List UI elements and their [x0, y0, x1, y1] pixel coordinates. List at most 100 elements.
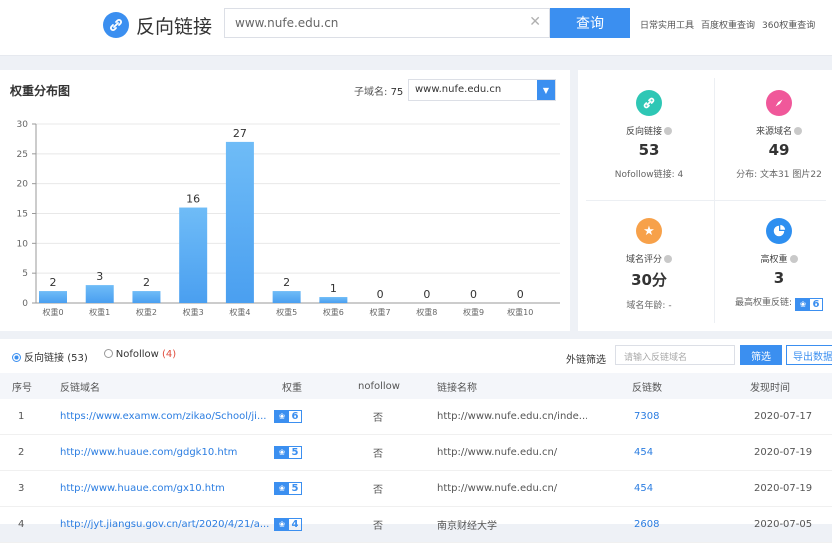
top-link-tools[interactable]: 日常实用工具 [640, 18, 694, 31]
bar [225, 141, 254, 303]
col-header: nofollow [358, 380, 400, 392]
bar-chart: 0 5 10 15 20 25 30 2 权重0 3 权重1 2 权重2 16 权重3 27 权重4 2 权重5 1 权… [17, 120, 560, 317]
backlink-domain-link[interactable]: http://www.huaue.com/gdgk10.htm [60, 435, 270, 470]
top-link-baidu[interactable]: 百度权重查询 [701, 18, 755, 31]
stat-sub: 分布: 文本31 图片22 [736, 170, 822, 180]
tab-nofollow-count: (4) [162, 349, 177, 360]
found-date-cell: 2020-07-05 [754, 519, 813, 530]
search-button[interactable]: 查询 [550, 8, 630, 38]
found-date-cell: 2020-07-19 [754, 447, 813, 458]
subdomain-count: 75 [390, 87, 404, 98]
search-input[interactable] [225, 9, 549, 37]
x-tick-label: 权重3 [183, 307, 204, 317]
weight-badge: ❀ 4 [274, 518, 302, 531]
tab-nofollow[interactable]: Nofollow (4) [103, 349, 177, 364]
stat-sub: Nofollow链接: 4 [614, 170, 684, 180]
stat-label: 来源域名 [716, 124, 832, 137]
y-tick-label: 0 [22, 299, 28, 309]
row-index: 3 [18, 483, 25, 494]
top-bar: 反向链接 ✕ 查询 日常实用工具 百度权重查询 360权重查询 [0, 0, 832, 56]
tab-nofollow-label: Nofollow [115, 349, 159, 360]
data-label: 0 [517, 288, 524, 301]
stat-label: 高权重 [716, 252, 832, 265]
backlink-count-link[interactable]: 454 [634, 435, 653, 470]
found-date-cell: 2020-07-17 [754, 411, 813, 422]
backlink-domain-link[interactable]: http://www.huaue.com/gx10.htm [60, 471, 270, 506]
x-tick-label: 权重4 [229, 307, 250, 317]
row-index: 1 [18, 411, 25, 422]
weight-value: 5 [291, 483, 299, 494]
weight-badge: ❀ 5 [274, 446, 302, 459]
filter-button[interactable]: 筛选 [740, 345, 782, 365]
link-name-cell: http://www.nufe.edu.cn/inde... [437, 411, 587, 422]
paw-icon: ❀ [275, 519, 289, 530]
y-tick-label: 20 [17, 180, 29, 190]
weight-value: 6 [812, 299, 820, 310]
data-label: 27 [233, 127, 247, 140]
stat-sub: 域名年龄: - [626, 301, 672, 311]
subdomain-label-text: 子域名: [354, 87, 388, 98]
data-label: 0 [377, 288, 384, 301]
link-name-cell: http://www.nufe.edu.cn/ [437, 447, 558, 458]
backlink-count-link[interactable]: 7308 [634, 399, 659, 434]
compass-icon [766, 90, 792, 116]
x-tick-label: 权重1 [89, 307, 110, 317]
export-button[interactable]: 导出数据 [786, 345, 832, 365]
nofollow-cell: 否 [373, 449, 383, 460]
stat-value: 3 [773, 269, 785, 287]
paw-icon: ❀ [275, 411, 289, 422]
col-header: 序号 [12, 382, 32, 394]
nofollow-cell: 否 [373, 485, 383, 496]
stat-label-text: 来源域名 [755, 127, 792, 137]
backlink-domain-link[interactable]: https://www.examw.com/zikao/School/ji... [60, 399, 270, 434]
weight-value: 5 [291, 447, 299, 458]
domain-select[interactable]: www.nufe.edu.cn ▼ [408, 79, 556, 101]
weight-value: 4 [291, 519, 299, 530]
x-tick-label: 权重9 [463, 307, 484, 317]
radio-checked-icon [12, 353, 21, 362]
table-row: 4 http://jyt.jiangsu.gov.cn/art/2020/4/21… [0, 507, 832, 543]
stat-value: 30分 [631, 271, 667, 289]
backlink-count-link[interactable]: 2608 [634, 507, 659, 542]
weight-value: 6 [291, 411, 299, 422]
help-icon[interactable] [789, 255, 798, 263]
subdomain-label: 子域名: 75 [354, 83, 403, 98]
help-icon[interactable] [664, 255, 672, 263]
backlink-count-link[interactable]: 454 [634, 471, 653, 506]
tab-backlinks[interactable]: 反向链接 (53) [12, 349, 88, 364]
x-tick-label: 权重10 [507, 307, 533, 317]
backlink-domain-link[interactable]: http://jyt.jiangsu.gov.cn/art/2020/4/21/… [60, 507, 270, 542]
data-label: 2 [143, 276, 150, 289]
col-header: 反链域名 [60, 382, 100, 394]
stat-label: 反向链接 [586, 124, 712, 137]
col-header: 权重 [282, 382, 302, 394]
x-tick-label: 权重6 [323, 307, 344, 317]
stat-label-text: 高权重 [760, 255, 788, 265]
stat-sub: 最高权重反链: ❀ 6 [716, 295, 832, 311]
table-row: 3 http://www.huaue.com/gx10.htm ❀ 5 否 http://… [0, 471, 832, 507]
chevron-down-icon[interactable]: ▼ [537, 80, 555, 100]
domain-select-value: www.nufe.edu.cn [415, 84, 502, 95]
row-index: 2 [18, 447, 25, 458]
y-tick-label: 10 [17, 239, 29, 249]
row-index: 4 [18, 519, 25, 530]
y-tick-label: 5 [22, 269, 28, 279]
col-header: 发现时间 [750, 382, 790, 394]
paw-icon: ❀ [275, 483, 289, 494]
x-tick-label: 权重7 [370, 307, 391, 317]
col-header: 链接名称 [437, 382, 477, 394]
bar [272, 291, 301, 303]
help-icon[interactable] [664, 127, 672, 135]
filter-input[interactable]: 请输入反链域名 [615, 345, 735, 365]
search-box: ✕ [224, 8, 550, 38]
bar [39, 291, 67, 303]
top-link-360[interactable]: 360权重查询 [762, 18, 815, 31]
found-date-cell: 2020-07-19 [754, 483, 813, 494]
site-logo[interactable]: 反向链接 [103, 9, 212, 41]
weight-badge: ❀ 6 [794, 298, 823, 311]
stat-label-text: 反向链接 [625, 127, 662, 137]
help-icon[interactable] [794, 127, 802, 135]
clear-icon[interactable]: ✕ [529, 14, 541, 30]
bar [319, 297, 348, 303]
link-icon [636, 90, 662, 116]
